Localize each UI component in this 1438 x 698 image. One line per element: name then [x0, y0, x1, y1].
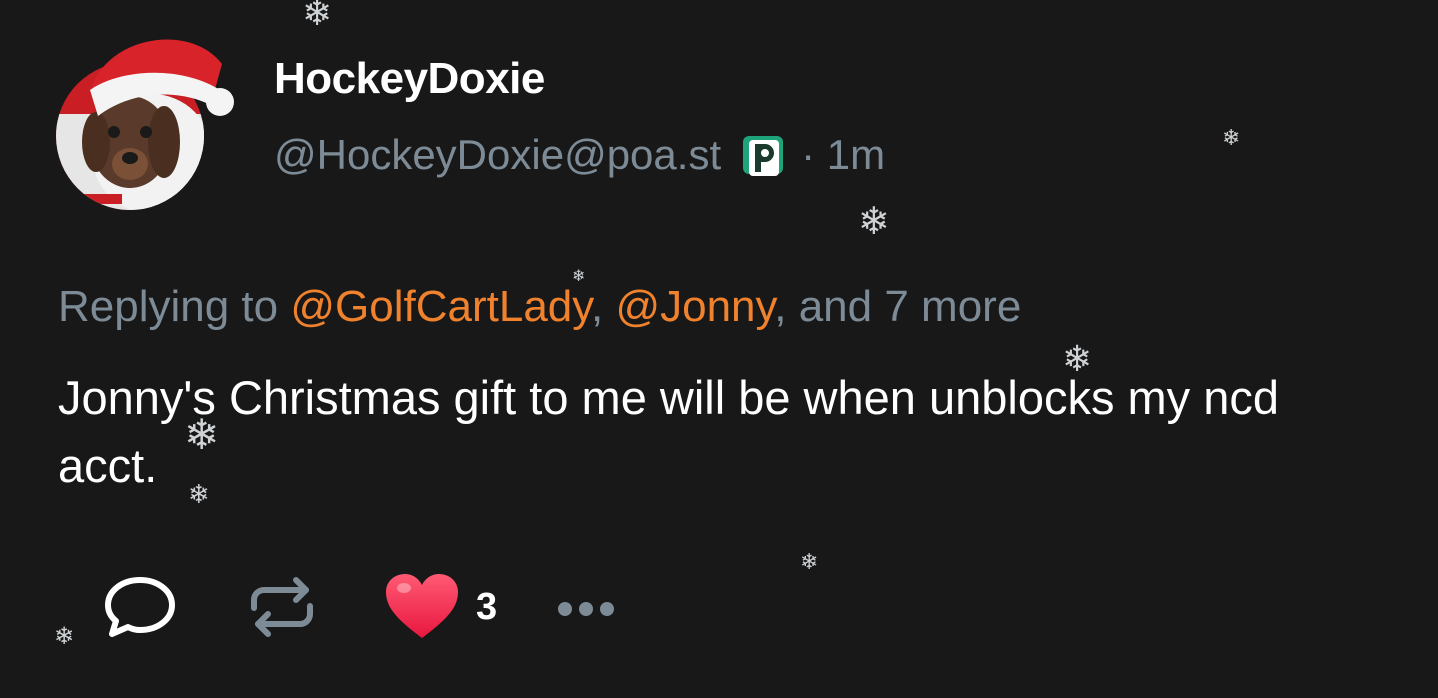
ellipsis-icon[interactable]: [551, 587, 621, 627]
author-handle[interactable]: @HockeyDoxie@poa.st: [274, 131, 721, 179]
heart-icon: [386, 574, 458, 638]
author-display-name[interactable]: HockeyDoxie: [274, 54, 545, 104]
pleroma-p-icon: [743, 136, 784, 176]
snowflake-icon: ❄: [302, 0, 333, 34]
post-timestamp[interactable]: · 1m: [801, 131, 885, 179]
snowflake-icon: ❄: [800, 550, 819, 575]
mention-link[interactable]: @Jonny: [615, 282, 774, 331]
replying-prefix: Replying to: [58, 282, 291, 331]
post-actions: 3: [100, 572, 621, 642]
mention-link[interactable]: @GolfCartLady: [290, 282, 591, 331]
snowflake-icon: ❄: [1222, 126, 1241, 151]
like-count: 3: [476, 585, 498, 628]
snowflake-icon: ❄: [858, 199, 890, 243]
speech-bubble-icon[interactable]: [100, 572, 180, 642]
post-body: Jonny's Christmas gift to me will be whe…: [58, 371, 1280, 492]
like-button[interactable]: 3: [384, 572, 497, 642]
replying-more[interactable]: , and 7 more: [774, 282, 1021, 331]
avatar[interactable]: [56, 39, 234, 212]
dachshund-santa-hat-image: [56, 39, 234, 210]
replying-separator: ,: [591, 282, 616, 331]
snowflake-icon: ❄: [54, 622, 75, 650]
post-card: ❄ ❄ ❄ ❄ ❄ ❄ ❄ ❄ ❄ HockeyDoxie @HockeyDox…: [0, 0, 1438, 698]
repost-icon[interactable]: [242, 572, 322, 642]
author-meta: @HockeyDoxie@poa.st · 1m: [274, 130, 885, 180]
replying-to: Replying to @GolfCartLady, @Jonny, and 7…: [58, 282, 1021, 332]
